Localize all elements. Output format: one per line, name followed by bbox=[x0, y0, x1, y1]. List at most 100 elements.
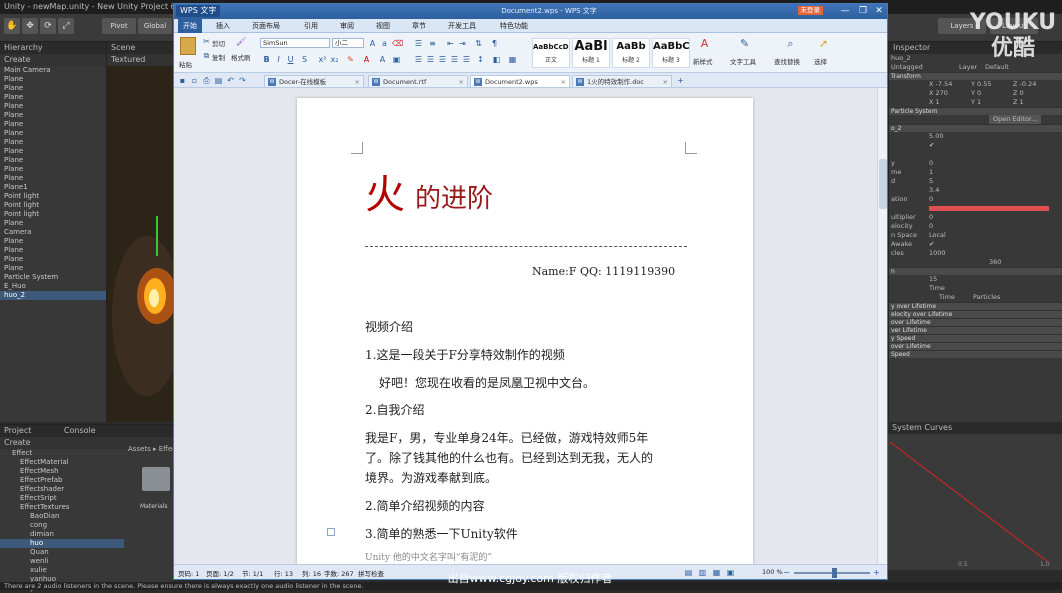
font-name-select[interactable]: SimSun bbox=[260, 38, 330, 48]
hierarchy-item[interactable]: Particle System bbox=[0, 273, 106, 282]
particle-object-label[interactable]: o_2 bbox=[889, 124, 1062, 132]
align-right-icon[interactable]: ☰ bbox=[438, 55, 447, 64]
move-tool-icon[interactable]: ✥ bbox=[22, 18, 38, 34]
sort-icon[interactable]: ⇅ bbox=[474, 39, 483, 48]
style-heading-1[interactable]: AaBl 标题 1 bbox=[572, 38, 610, 68]
hierarchy-item[interactable]: E_Huo bbox=[0, 282, 106, 291]
project-tab[interactable]: Project bbox=[4, 426, 31, 435]
hierarchy-item[interactable]: Plane bbox=[0, 75, 106, 84]
clear-format-icon[interactable]: ⌫ bbox=[392, 39, 403, 48]
color-gradient-bar[interactable] bbox=[929, 206, 1049, 211]
tab-close-icon[interactable]: × bbox=[355, 76, 360, 87]
document-tab[interactable]: W Document.rtf × bbox=[368, 75, 468, 87]
emission-header[interactable]: n bbox=[889, 267, 1062, 275]
particle-module-header[interactable]: ver Lifetime bbox=[889, 326, 1062, 334]
property-value[interactable]: 1 bbox=[929, 168, 933, 177]
particle-system-header[interactable]: Particle System bbox=[889, 107, 1062, 115]
hierarchy-item[interactable]: Camera bbox=[0, 228, 106, 237]
tab-close-icon[interactable]: × bbox=[561, 76, 566, 87]
hierarchy-item[interactable]: Plane bbox=[0, 138, 106, 147]
scrollbar-thumb[interactable] bbox=[879, 159, 887, 209]
rotation-extra-value[interactable]: 360 bbox=[989, 258, 1001, 267]
scene-tab[interactable]: Scene bbox=[107, 42, 173, 54]
hierarchy-item[interactable]: Plane bbox=[0, 264, 106, 273]
scale-tool-icon[interactable]: ⤢ bbox=[58, 18, 74, 34]
menu-3[interactable]: 引用 bbox=[304, 21, 318, 31]
property-value[interactable]: Local bbox=[929, 231, 946, 240]
char-border-icon[interactable]: ▣ bbox=[392, 55, 401, 64]
pos-z[interactable]: Z -0.24 bbox=[1013, 80, 1036, 89]
paste-icon[interactable] bbox=[180, 37, 196, 55]
scale-x[interactable]: X 1 bbox=[929, 98, 940, 107]
new-style-button[interactable]: 新样式 bbox=[693, 56, 713, 66]
menu-8[interactable]: 特色功能 bbox=[500, 21, 528, 31]
project-folder-item[interactable]: BaoDian bbox=[0, 512, 124, 521]
align-center-icon[interactable]: ☰ bbox=[426, 55, 435, 64]
hierarchy-tab[interactable]: Hierarchy bbox=[0, 42, 106, 54]
underline-icon[interactable]: U bbox=[286, 55, 295, 64]
hand-tool-icon[interactable]: ✋ bbox=[4, 18, 20, 34]
project-folder-item[interactable]: Effectshader bbox=[0, 485, 124, 494]
hierarchy-item[interactable]: Plane bbox=[0, 84, 106, 93]
view-read-icon[interactable]: ▣ bbox=[726, 568, 735, 577]
grow-font-icon[interactable]: A bbox=[368, 39, 377, 48]
paragraph-marker-icon[interactable] bbox=[327, 528, 335, 536]
font-color-icon[interactable]: A bbox=[362, 55, 371, 64]
redo-icon[interactable]: ↷ bbox=[238, 76, 247, 85]
close-icon[interactable]: ✕ bbox=[871, 5, 887, 17]
property-value[interactable]: 0 bbox=[929, 195, 933, 204]
project-folder-item[interactable]: EffectMesh bbox=[0, 467, 124, 476]
menu-1[interactable]: 插入 bbox=[216, 21, 230, 31]
print-icon[interactable]: ⎙ bbox=[202, 76, 211, 85]
open-editor-button[interactable]: Open Editor... bbox=[989, 115, 1042, 124]
document-page[interactable]: 火 的进阶 Name:F QQ: 1119119390 视频介绍 1.这是一段关… bbox=[297, 98, 753, 568]
bold-icon[interactable]: B bbox=[262, 55, 271, 64]
increase-indent-icon[interactable]: ⇥ bbox=[458, 39, 467, 48]
hierarchy-item[interactable]: Plane bbox=[0, 111, 106, 120]
text-tools-button[interactable]: 文字工具 bbox=[730, 56, 756, 66]
undo-icon[interactable]: ↶ bbox=[226, 76, 235, 85]
superscript-icon[interactable]: x² bbox=[318, 55, 327, 64]
zoom-out-icon[interactable]: − bbox=[782, 568, 791, 577]
justify-icon[interactable]: ☰ bbox=[450, 55, 459, 64]
align-left-icon[interactable]: ☰ bbox=[414, 55, 423, 64]
view-outline-icon[interactable]: ▦ bbox=[712, 568, 721, 577]
find-replace-icon[interactable]: ⌕ bbox=[786, 38, 795, 49]
document-tab[interactable]: W 1火的特效制作.doc × bbox=[572, 75, 672, 87]
pos-x[interactable]: X -7.54 bbox=[929, 80, 952, 89]
tab-close-icon[interactable]: × bbox=[459, 76, 464, 87]
hierarchy-item[interactable]: Plane bbox=[0, 93, 106, 102]
hierarchy-item[interactable]: Plane bbox=[0, 102, 106, 111]
new-tab-icon[interactable]: + bbox=[676, 76, 685, 85]
particle-module-header[interactable]: y over Lifetime bbox=[889, 302, 1062, 310]
zoom-slider-knob[interactable] bbox=[831, 568, 837, 578]
property-value[interactable]: ✔ bbox=[929, 141, 934, 150]
global-toggle[interactable]: Global bbox=[138, 18, 172, 34]
highlight-icon[interactable]: ✎ bbox=[346, 55, 355, 64]
rot-x[interactable]: X 270 bbox=[929, 89, 948, 98]
find-replace-button[interactable]: 查找替换 bbox=[774, 56, 800, 66]
unregistered-badge[interactable]: 未登录 bbox=[797, 6, 823, 15]
numbering-icon[interactable]: ≡ bbox=[428, 39, 437, 48]
hierarchy-item[interactable]: Plane1 bbox=[0, 183, 106, 192]
particle-module-header[interactable]: over Lifetime bbox=[889, 342, 1062, 350]
view-web-icon[interactable]: ▥ bbox=[698, 568, 707, 577]
curve-graph[interactable]: 0.5 1.0 bbox=[888, 434, 1062, 570]
particle-module-header[interactable]: Speed bbox=[889, 350, 1062, 358]
decrease-indent-icon[interactable]: ⇤ bbox=[446, 39, 455, 48]
shrink-font-icon[interactable]: a bbox=[380, 39, 389, 48]
hierarchy-item[interactable]: Plane bbox=[0, 237, 106, 246]
project-folder-item[interactable]: cong bbox=[0, 521, 124, 530]
hierarchy-item[interactable]: Point light bbox=[0, 201, 106, 210]
hierarchy-item[interactable]: Plane bbox=[0, 129, 106, 138]
pivot-toggle[interactable]: Pivot bbox=[102, 18, 136, 34]
rate-value[interactable]: 15 bbox=[929, 275, 937, 284]
cut-button[interactable]: 剪切 bbox=[212, 38, 225, 48]
hierarchy-item[interactable]: Plane bbox=[0, 165, 106, 174]
zoom-in-icon[interactable]: + bbox=[872, 568, 881, 577]
property-value[interactable]: 0 bbox=[929, 159, 933, 168]
particle-module-header[interactable]: elocity over Lifetime bbox=[889, 310, 1062, 318]
char-shading-icon[interactable]: A bbox=[378, 55, 387, 64]
project-folder-item[interactable]: wenli bbox=[0, 557, 124, 566]
format-painter-button[interactable]: 格式刷 bbox=[231, 52, 251, 62]
